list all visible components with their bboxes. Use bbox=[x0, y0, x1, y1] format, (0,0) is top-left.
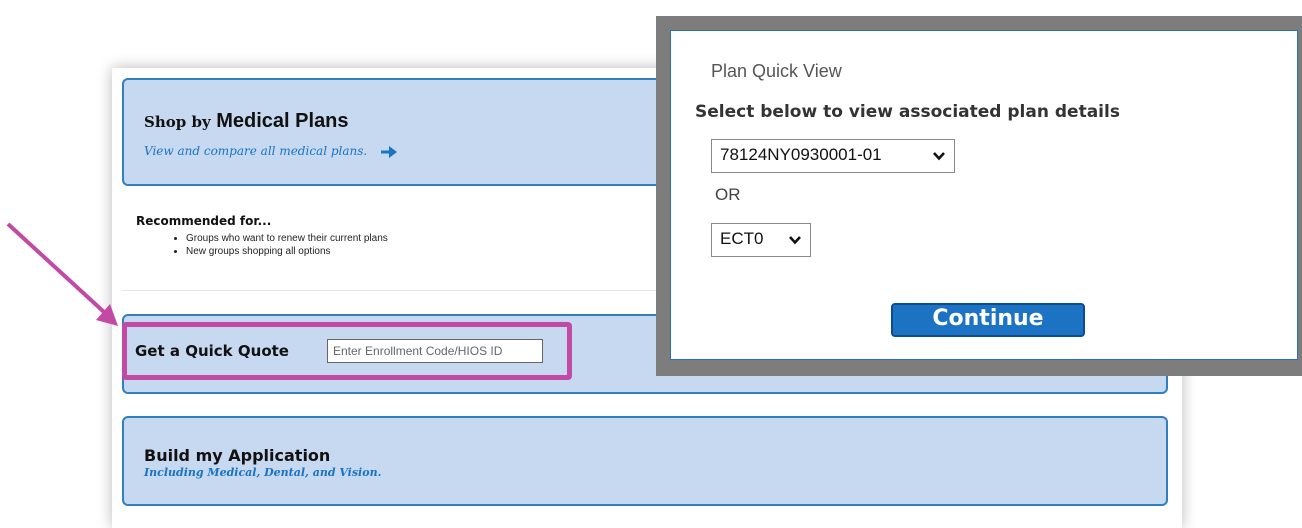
plan-id-select[interactable]: 78124NY0930001-01 bbox=[711, 139, 955, 173]
chevron-down-icon bbox=[933, 152, 945, 161]
or-label: OR bbox=[715, 185, 741, 204]
build-application-subtitle: Including Medical, Dental, and Vision. bbox=[144, 466, 382, 479]
recommended-list: Groups who want to renew their current p… bbox=[136, 232, 388, 258]
arrow-right-icon[interactable] bbox=[381, 145, 398, 158]
shop-medical-plans-title: Shop by Medical Plans bbox=[144, 110, 349, 132]
recommended-title: Recommended for... bbox=[136, 214, 272, 228]
build-application-card[interactable]: Build my Application Including Medical, … bbox=[122, 416, 1168, 506]
view-compare-link[interactable]: View and compare all medical plans. bbox=[144, 144, 398, 158]
list-item: Groups who want to renew their current p… bbox=[186, 232, 388, 245]
code-select[interactable]: ECT0 bbox=[711, 223, 811, 257]
modal-instruction: Select below to view associated plan det… bbox=[695, 102, 1120, 122]
chevron-down-icon bbox=[789, 236, 801, 245]
plan-quick-view-modal: Plan Quick View Select below to view ass… bbox=[656, 16, 1302, 376]
pointer-arrow-icon bbox=[6, 222, 118, 326]
recommended-section: Recommended for... Groups who want to re… bbox=[136, 214, 388, 258]
list-item: New groups shopping all options bbox=[186, 245, 388, 258]
continue-button[interactable]: Continue bbox=[891, 303, 1085, 337]
enrollment-code-input[interactable]: Enter Enrollment Code/HIOS ID bbox=[327, 339, 543, 363]
quick-quote-highlight: Get a Quick Quote Enter Enrollment Code/… bbox=[122, 322, 572, 380]
modal-content: Plan Quick View Select below to view ass… bbox=[670, 30, 1298, 360]
quick-quote-label: Get a Quick Quote bbox=[135, 342, 289, 360]
modal-title: Plan Quick View bbox=[711, 61, 842, 81]
build-application-title: Build my Application bbox=[144, 446, 331, 465]
